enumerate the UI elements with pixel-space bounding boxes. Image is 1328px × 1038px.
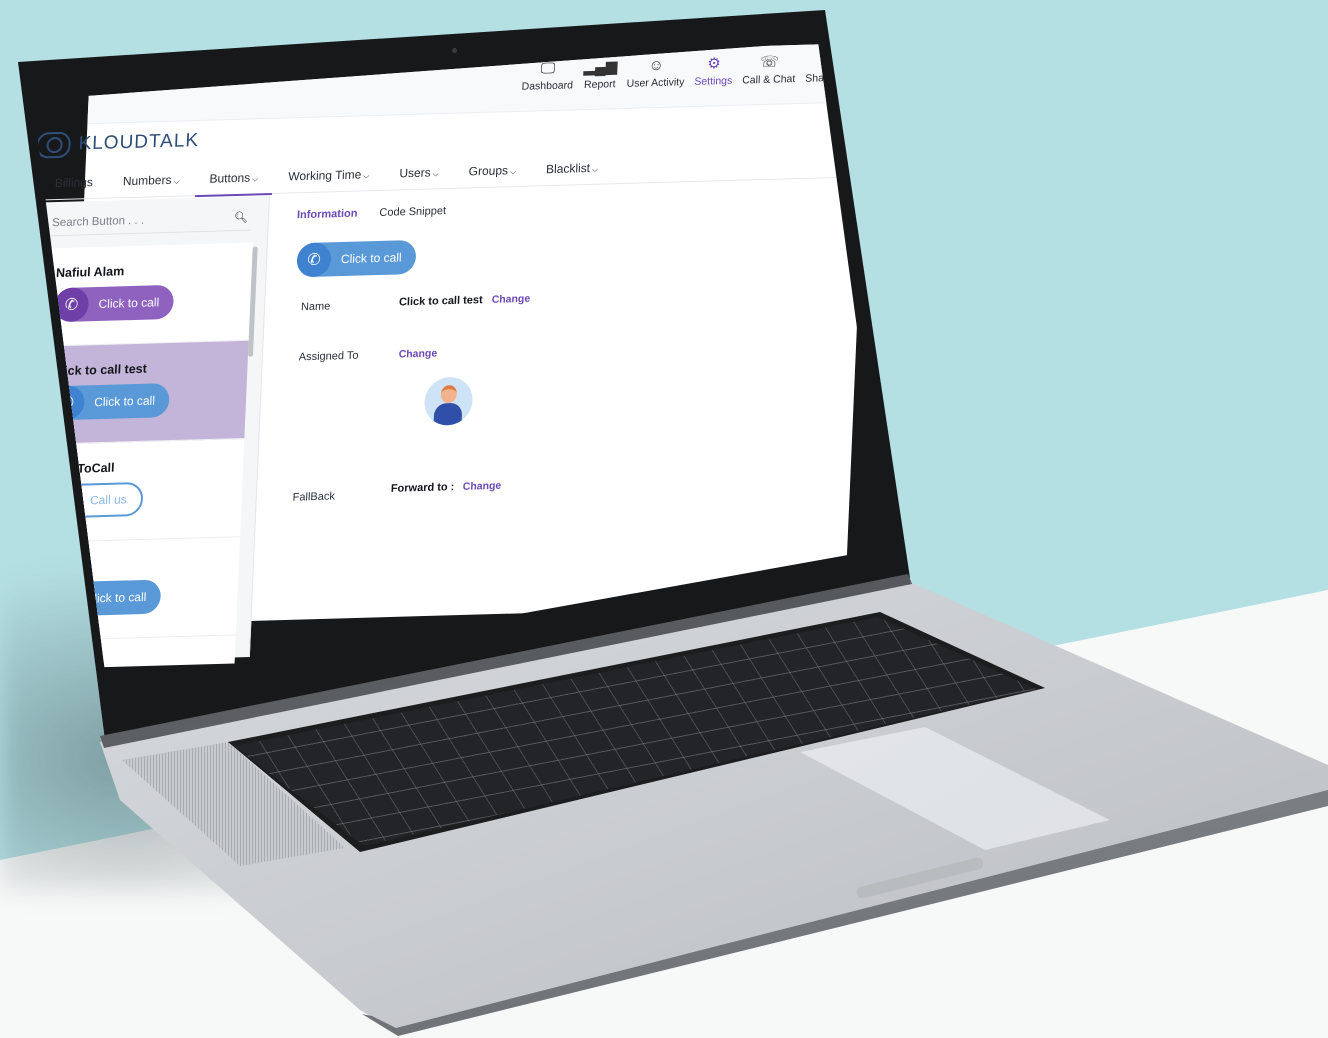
nav-report[interactable]: ▂▄▆ Report bbox=[583, 56, 618, 91]
pill-label: Click to call bbox=[340, 250, 402, 267]
app-window: 🖵︎ Dashboard ▂▄▆ Report ☺︎ User Activity… bbox=[33, 42, 885, 670]
menu-numbers[interactable]: Numbers⌵ bbox=[123, 172, 180, 187]
button-preview: ✆︎ Click to call bbox=[296, 239, 417, 278]
change-name-link[interactable]: Change bbox=[491, 293, 530, 306]
logo-text: KLOUDTALK bbox=[78, 129, 200, 155]
list-item[interactable]: Click to call test ✆︎ Click to call bbox=[33, 340, 249, 446]
menu-billings[interactable]: Billings bbox=[55, 175, 94, 190]
search-placeholder: Search Button . . . bbox=[51, 214, 145, 229]
chevron-down-icon: ⌵ bbox=[251, 173, 259, 184]
avatar-body bbox=[433, 402, 463, 426]
chevron-down-icon: ⌵ bbox=[363, 170, 370, 180]
bar-chart-icon: ▂▄▆ bbox=[583, 58, 618, 77]
nav-label: Dashboard bbox=[521, 79, 574, 93]
user-clock-icon: ☺︎ bbox=[648, 56, 665, 75]
change-assigned-link[interactable]: Change bbox=[398, 347, 437, 360]
pill-label: Call us bbox=[89, 492, 127, 508]
menu-working-time[interactable]: Working Time⌵ bbox=[288, 167, 370, 183]
item-title: Click to call test bbox=[51, 361, 148, 379]
nav-label: Settings bbox=[694, 74, 733, 88]
nav-label: Report bbox=[583, 78, 616, 92]
search-icon[interactable]: 🔍︎ bbox=[234, 211, 249, 224]
gear-icon: ⚙︎ bbox=[706, 55, 722, 73]
logo[interactable]: KLOUDTALK bbox=[36, 128, 200, 159]
name-value: Click to call test bbox=[398, 294, 483, 309]
avatar-head bbox=[440, 384, 458, 404]
nav-label: User Activity bbox=[626, 76, 685, 90]
menu-users[interactable]: Users⌵ bbox=[399, 165, 439, 180]
change-forward-link[interactable]: Change bbox=[463, 480, 502, 493]
menu-groups[interactable]: Groups⌵ bbox=[468, 163, 516, 178]
nav-label: Call & Chat bbox=[741, 73, 796, 87]
tab-information[interactable]: Information bbox=[297, 208, 358, 222]
forward-label: Forward to : bbox=[390, 481, 455, 495]
pill-label: Click to call bbox=[98, 295, 160, 312]
click-to-call-preview: ✆︎ Click to call bbox=[296, 239, 417, 278]
chevron-down-icon: ⌵ bbox=[173, 176, 180, 186]
nav-user-activity[interactable]: ☺︎ User Activity bbox=[626, 54, 685, 90]
fallback-label: FallBack bbox=[292, 490, 336, 504]
assigned-label: Assigned To bbox=[298, 349, 359, 364]
chevron-down-icon: ⌵ bbox=[509, 166, 517, 176]
click-to-call-preview: ✆︎ Click to call bbox=[53, 284, 174, 323]
camera-icon bbox=[452, 48, 457, 53]
name-field: Click to call test Change bbox=[399, 293, 531, 309]
phone-icon: ✆︎ bbox=[296, 242, 332, 278]
nav-settings[interactable]: ⚙︎ Settings bbox=[694, 53, 733, 88]
chevron-down-icon: ⌵ bbox=[432, 168, 439, 178]
list-item[interactable]: ClickToCall ✆︎ Call us bbox=[33, 438, 245, 544]
tab-code-snippet[interactable]: Code Snippet bbox=[379, 205, 446, 219]
search-input[interactable]: Search Button . . . 🔍︎ bbox=[39, 204, 253, 237]
name-label: Name bbox=[300, 300, 331, 314]
chevron-down-icon: ⌵ bbox=[591, 164, 599, 174]
item-title: Nafiul Alam bbox=[55, 264, 125, 281]
pill-label: Click to call bbox=[93, 393, 156, 410]
call-us-preview: ✆︎ Call us bbox=[45, 481, 144, 519]
phone-plus-icon: ☏︎ bbox=[759, 53, 780, 72]
menu-blacklist[interactable]: Blacklist⌵ bbox=[546, 160, 599, 175]
menu-buttons[interactable]: Buttons⌵ bbox=[209, 170, 258, 185]
details-panel: Information Code Snippet ✆︎ Click to cal… bbox=[265, 179, 853, 626]
nav-call-chat[interactable]: ☏︎ Call & Chat bbox=[741, 51, 797, 87]
cloud-logo-icon bbox=[36, 131, 72, 159]
assigned-avatar bbox=[423, 376, 474, 426]
